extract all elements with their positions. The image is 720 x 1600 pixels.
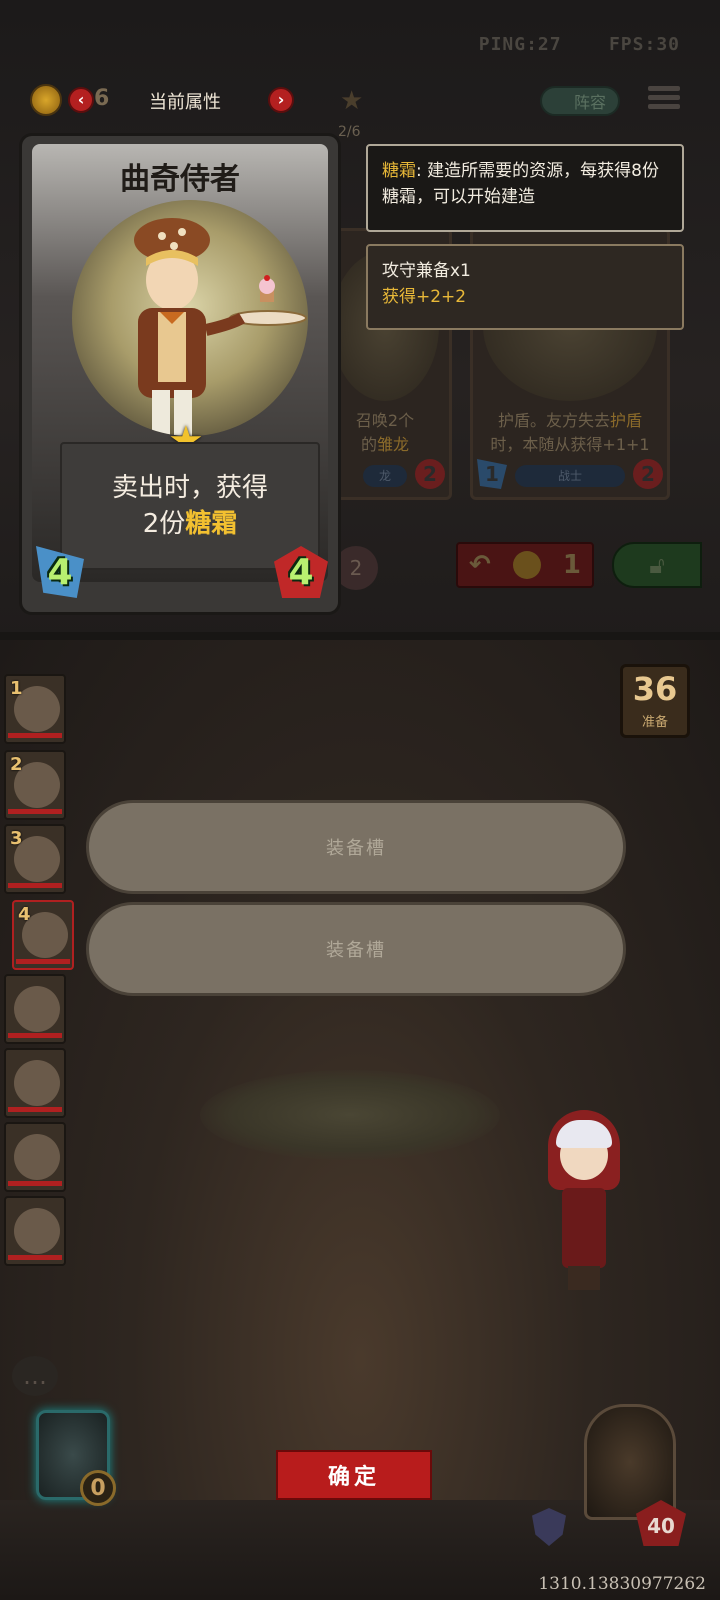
flower-badge: 2 xyxy=(334,546,378,590)
team-slot[interactable]: 3 xyxy=(4,824,66,894)
coin-pile xyxy=(200,1070,500,1160)
refresh-cost: 1 xyxy=(562,550,581,580)
tribe-tag: 龙 xyxy=(363,465,407,487)
card-frame: 曲奇侍者 ★ 卖出时，获得 2份糖霜 xyxy=(32,144,328,582)
refresh-icon: ↶ xyxy=(469,550,491,580)
unit-avatar xyxy=(14,986,60,1032)
hero-coin-count: 0 xyxy=(80,1470,116,1506)
lock-icon: 🔓︎ xyxy=(649,551,665,579)
card-text: 护盾。友方失去护盾 时，本随从获得+1+1 xyxy=(490,411,650,454)
card-description: 卖出时，获得 2份糖霜 xyxy=(60,442,320,570)
team-slot[interactable]: 2 xyxy=(4,750,66,820)
deck-count: 36 xyxy=(632,670,678,708)
team-slot[interactable]: 1 xyxy=(4,674,66,744)
chevron-left-icon: ‹ xyxy=(77,90,85,109)
attack-badge: 1 xyxy=(477,459,507,489)
version-label: 1310.13830977262 xyxy=(538,1574,706,1594)
keyword-description: : 建造所需要的资源，每获得8份糖霜，可以开始建造 xyxy=(382,161,659,207)
health-bar xyxy=(8,1255,62,1260)
card-desc-line1: 卖出时，获得 xyxy=(111,473,268,503)
coin-icon xyxy=(512,551,541,579)
cookie-waiter-portrait xyxy=(72,200,308,436)
page-indicator: 2/6 xyxy=(338,124,361,140)
equip-slot-label: 装备槽 xyxy=(326,838,386,859)
trait-effect: 获得+2+2 xyxy=(382,287,467,307)
health-badge: 2 xyxy=(633,459,663,489)
equip-slot[interactable]: 装备槽 xyxy=(86,902,626,996)
next-page-button[interactable]: › xyxy=(268,87,294,113)
trait-name: 攻守兼备x1 xyxy=(382,261,471,281)
chevron-right-icon: › xyxy=(277,90,285,109)
unit-avatar xyxy=(14,1208,60,1254)
gold-coin-icon xyxy=(30,84,62,116)
trait-tooltip: 攻守兼备x1 获得+2+2 xyxy=(366,244,684,330)
keyword-name: 糖霜 xyxy=(382,161,416,181)
prev-page-button[interactable]: ‹ xyxy=(68,87,94,113)
keyword-tooltip: 糖霜: 建造所需要的资源，每获得8份糖霜，可以开始建造 xyxy=(366,144,684,232)
tribe-tag: 战士 xyxy=(515,465,625,487)
chat-icon[interactable]: … xyxy=(12,1356,58,1396)
deck-counter[interactable]: 36 准备 xyxy=(620,664,690,738)
hero-character xyxy=(548,1110,620,1290)
team-slot[interactable] xyxy=(4,974,66,1044)
fps-readout: FPS:30 xyxy=(608,34,680,55)
star-icon: ★ xyxy=(340,86,364,116)
deck-label: 准备 xyxy=(641,715,668,730)
team-slot[interactable] xyxy=(4,1122,66,1192)
unit-avatar xyxy=(14,1134,60,1180)
card-text: 召唤2个 的雏龙 xyxy=(355,411,415,454)
team-slot[interactable] xyxy=(4,1196,66,1266)
equip-slot[interactable]: 装备槽 xyxy=(86,800,626,894)
team-slot[interactable] xyxy=(4,1048,66,1118)
health-bar xyxy=(8,1033,62,1038)
lineup-label: 阵容 xyxy=(573,93,606,112)
refresh-button[interactable]: ↶ 1 xyxy=(456,542,594,588)
ping-readout: PING:27 xyxy=(478,34,562,55)
network-stats: PING:27 FPS:30 xyxy=(479,34,680,55)
card-desc-line2: 2份糖霜 xyxy=(142,509,238,539)
health-bar xyxy=(8,1181,62,1186)
confirm-button[interactable]: 确定 xyxy=(276,1450,432,1500)
health-bar xyxy=(8,809,62,814)
lineup-button[interactable]: 阵容 xyxy=(540,86,620,116)
health-bar xyxy=(8,1107,62,1112)
page-title: 当前属性 xyxy=(149,92,221,113)
health-bar xyxy=(8,733,62,738)
menu-icon[interactable] xyxy=(648,82,684,118)
featured-card[interactable]: 曲奇侍者 ★ 卖出时，获得 2份糖霜 4 4 xyxy=(22,136,338,612)
equip-slot-label: 装备槽 xyxy=(326,940,386,961)
health-badge: 2 xyxy=(415,459,445,489)
team-slot[interactable]: 4 xyxy=(12,900,74,970)
card-name: 曲奇侍者 xyxy=(120,162,240,197)
health-bar xyxy=(8,883,62,888)
lock-button[interactable]: 🔓︎ xyxy=(612,542,702,588)
health-bar xyxy=(16,959,70,964)
unit-avatar xyxy=(14,1060,60,1106)
gold-count: 6 xyxy=(94,86,110,111)
